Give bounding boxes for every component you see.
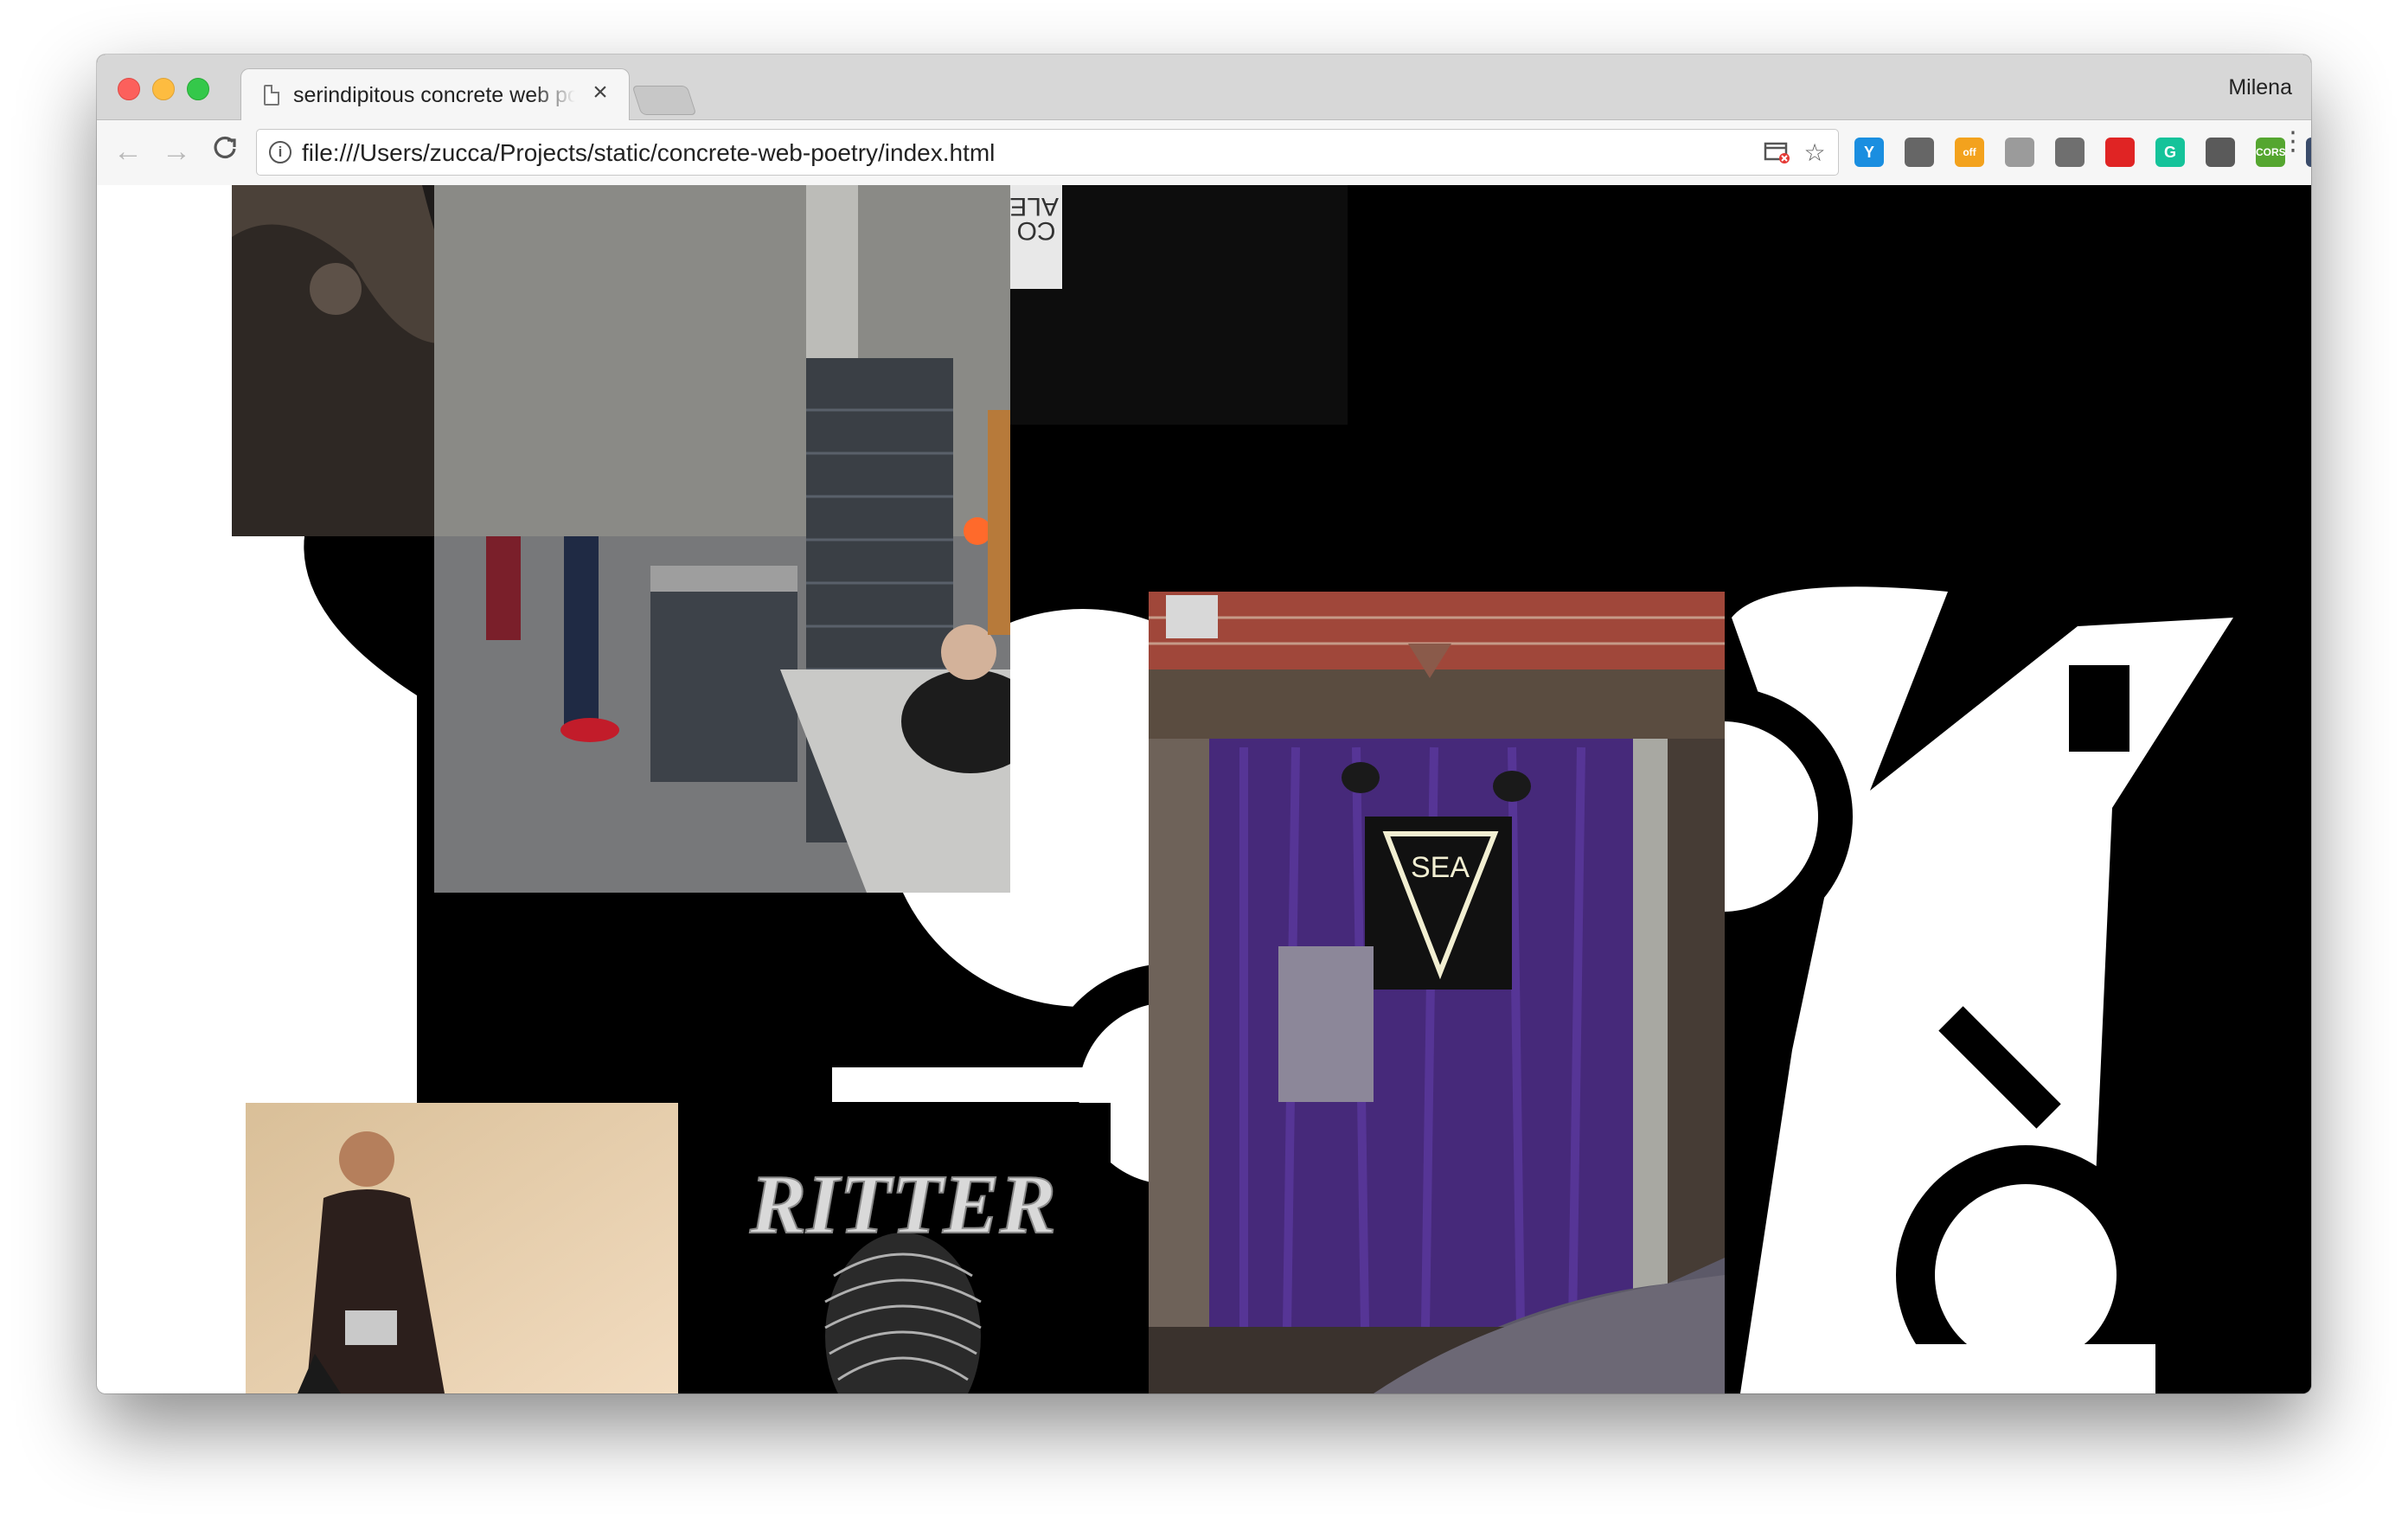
adblock-extension-icon[interactable] [2105,138,2135,167]
popup-blocked-icon[interactable] [1764,140,1790,166]
back-button[interactable]: ← [109,132,147,170]
reload-icon [214,136,236,159]
ptt-extension-icon[interactable]: ptt. [2306,138,2311,167]
zoom-window-button[interactable] [187,78,209,100]
tab-strip: serindipitous concrete web poetry × Mile… [97,54,2311,121]
rotated-text: CO ALE [1009,192,1059,245]
close-window-button[interactable] [118,78,140,100]
vertical-dots-icon[interactable]: ⋮ [2280,129,2306,170]
neon-sign-text: SEA [1411,851,1470,884]
clock-extension-icon[interactable] [2206,138,2235,167]
tab-active[interactable]: serindipitous concrete web poetry × [240,68,630,121]
tab-title: serindipitous concrete web poetry [293,83,575,107]
poster-title: RITTER [749,1158,1056,1252]
photo-street-bricks [434,185,1010,893]
close-tab-icon[interactable]: × [587,80,613,106]
corner-tab: CO ALE [1009,185,1062,289]
browser-window: serindipitous concrete web poetry × Mile… [97,54,2311,1393]
photo-purple-curtain-window: SEA [1149,592,1725,1393]
film-extension-icon[interactable] [2055,138,2085,167]
photo-portrait [246,1103,678,1393]
new-tab-button[interactable] [631,86,697,115]
info-icon[interactable]: i [269,141,291,163]
grammarly-extension-icon[interactable]: G [2155,138,2185,167]
vuetools-extension-icon[interactable]: Y [1854,138,1884,167]
toolbar: ← → i file:///Users/zucca/Projects/stati… [97,120,2311,186]
poster-ritter: RITTER [678,1103,1111,1393]
profile-name[interactable]: Milena [2228,75,2292,100]
off-extension-icon[interactable]: off [1955,138,1984,167]
address-bar[interactable]: i file:///Users/zucca/Projects/static/co… [256,129,1839,176]
page-viewport: CO ALE SEA RITTER [97,185,2311,1393]
url-text[interactable]: file:///Users/zucca/Projects/static/conc… [302,139,995,167]
document-icon [264,85,279,106]
reload-button[interactable] [206,132,244,170]
drive-extension-icon[interactable] [2005,138,2034,167]
cast-extension-icon[interactable] [1905,138,1934,167]
star-icon[interactable]: ☆ [1802,140,1828,166]
minimize-window-button[interactable] [152,78,175,100]
forward-button[interactable]: → [157,132,195,170]
